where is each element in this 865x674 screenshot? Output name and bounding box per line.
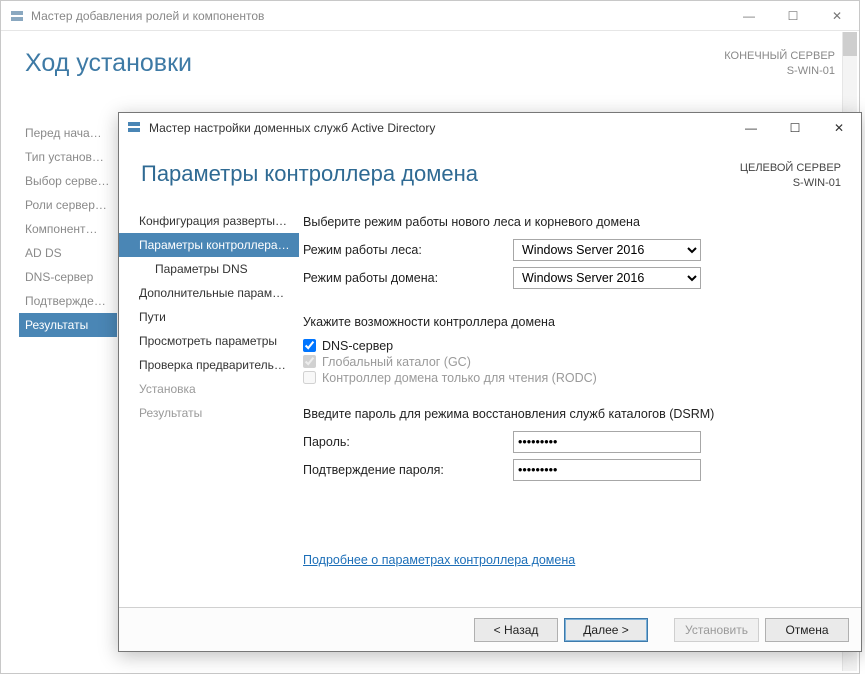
password-label: Пароль: bbox=[303, 435, 513, 449]
back-sidebar-item[interactable]: Компонент… bbox=[19, 217, 117, 241]
front-sidebar-item[interactable]: Просмотреть параметры bbox=[119, 329, 299, 353]
password-confirm-label: Подтверждение пароля: bbox=[303, 463, 513, 477]
back-minimize-button[interactable]: — bbox=[727, 1, 771, 31]
global-catalog-checkbox-row: Глобальный каталог (GC) bbox=[303, 355, 841, 369]
back-titlebar: Мастер добавления ролей и компонентов — … bbox=[1, 1, 859, 31]
next-button[interactable]: Далее > bbox=[564, 618, 648, 642]
dns-server-checkbox-row[interactable]: DNS-сервер bbox=[303, 339, 841, 353]
rodc-checkbox-row: Контроллер домена только для чтения (ROD… bbox=[303, 371, 841, 385]
rodc-checkbox bbox=[303, 371, 316, 384]
dsrm-password-confirm-input[interactable] bbox=[513, 459, 701, 481]
back-sidebar-item[interactable]: Тип установ… bbox=[19, 145, 117, 169]
front-sidebar-item: Установка bbox=[119, 377, 299, 401]
cancel-button[interactable]: Отмена bbox=[765, 618, 849, 642]
front-sidebar-item[interactable]: Параметры DNS bbox=[119, 257, 299, 281]
domain-level-select[interactable]: Windows Server 2016 bbox=[513, 267, 701, 289]
dc-capabilities-label: Укажите возможности контроллера домена bbox=[303, 315, 841, 329]
ad-ds-config-wizard-window: Мастер настройки доменных служб Active D… bbox=[118, 112, 862, 652]
dsrm-password-input[interactable] bbox=[513, 431, 701, 453]
domain-level-label: Режим работы домена: bbox=[303, 271, 513, 285]
back-sidebar-item[interactable]: DNS-сервер bbox=[19, 265, 117, 289]
scrollbar-thumb[interactable] bbox=[843, 32, 857, 56]
front-sidebar-item: Результаты bbox=[119, 401, 299, 425]
back-page-title: Ход установки bbox=[25, 49, 192, 78]
back-window-title: Мастер добавления ролей и компонентов bbox=[31, 9, 264, 23]
wizard-button-bar: < Назад Далее > Установить Отмена bbox=[119, 607, 861, 651]
server-manager-icon bbox=[127, 120, 143, 136]
back-close-button[interactable]: ✕ bbox=[815, 1, 859, 31]
dns-server-checkbox[interactable] bbox=[303, 339, 316, 352]
front-window-title: Мастер настройки доменных служб Active D… bbox=[149, 121, 435, 135]
front-maximize-button[interactable]: ☐ bbox=[773, 113, 817, 143]
front-sidebar-item[interactable]: Конфигурация разверты… bbox=[119, 209, 299, 233]
global-catalog-checkbox-label: Глобальный каталог (GC) bbox=[322, 355, 471, 369]
front-sidebar-item[interactable]: Дополнительные парам… bbox=[119, 281, 299, 305]
back-sidebar-item[interactable]: AD DS bbox=[19, 241, 117, 265]
front-sidebar-item[interactable]: Пути bbox=[119, 305, 299, 329]
forest-level-label: Режим работы леса: bbox=[303, 243, 513, 257]
install-button: Установить bbox=[674, 618, 759, 642]
back-target-server: КОНЕЧНЫЙ СЕРВЕР S-WIN-01 bbox=[724, 49, 835, 79]
rodc-checkbox-label: Контроллер домена только для чтения (ROD… bbox=[322, 371, 597, 385]
front-target-server: ЦЕЛЕВОЙ СЕРВЕР S-WIN-01 bbox=[740, 161, 841, 191]
back-sidebar-item[interactable]: Результаты bbox=[19, 313, 117, 337]
server-manager-icon bbox=[9, 8, 25, 24]
dns-server-checkbox-label: DNS-сервер bbox=[322, 339, 393, 353]
back-sidebar-item[interactable]: Перед нача… bbox=[19, 121, 117, 145]
forest-level-select[interactable]: Windows Server 2016 bbox=[513, 239, 701, 261]
front-close-button[interactable]: ✕ bbox=[817, 113, 861, 143]
global-catalog-checkbox bbox=[303, 355, 316, 368]
back-sidebar-item[interactable]: Подтвержде… bbox=[19, 289, 117, 313]
back-sidebar-item[interactable]: Выбор серве… bbox=[19, 169, 117, 193]
front-sidebar: Конфигурация разверты…Параметры контролл… bbox=[119, 203, 299, 607]
front-minimize-button[interactable]: — bbox=[729, 113, 773, 143]
functional-level-intro: Выберите режим работы нового леса и корн… bbox=[303, 215, 841, 229]
more-about-dc-options-link[interactable]: Подробнее о параметрах контроллера домен… bbox=[303, 553, 575, 567]
back-button[interactable]: < Назад bbox=[474, 618, 558, 642]
front-page-title: Параметры контроллера домена bbox=[141, 161, 478, 187]
back-sidebar-item[interactable]: Роли сервер… bbox=[19, 193, 117, 217]
dsrm-intro: Введите пароль для режима восстановления… bbox=[303, 407, 841, 421]
back-sidebar: Перед нача…Тип установ…Выбор серве…Роли … bbox=[19, 121, 117, 337]
front-titlebar: Мастер настройки доменных служб Active D… bbox=[119, 113, 861, 143]
front-sidebar-item[interactable]: Проверка предваритель… bbox=[119, 353, 299, 377]
back-maximize-button[interactable]: ☐ bbox=[771, 1, 815, 31]
front-sidebar-item[interactable]: Параметры контроллера… bbox=[119, 233, 299, 257]
front-main-panel: Выберите режим работы нового леса и корн… bbox=[299, 203, 861, 607]
